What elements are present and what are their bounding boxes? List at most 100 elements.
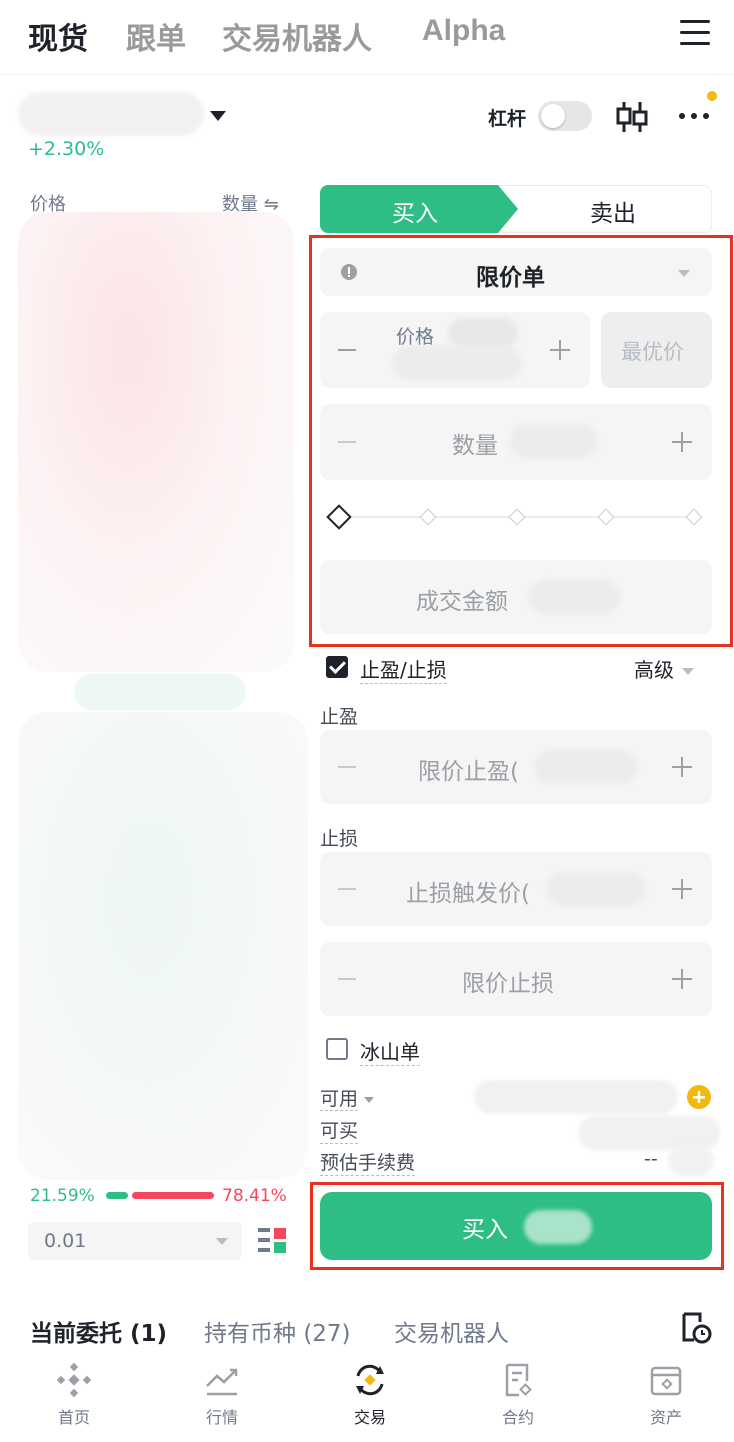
sell-ratio-bar xyxy=(132,1192,214,1199)
orderbook-layout-icon[interactable] xyxy=(258,1226,288,1256)
caret-down-icon xyxy=(364,1096,375,1103)
order-history-icon[interactable] xyxy=(680,1310,712,1344)
buy-submit-button[interactable]: 买入 xyxy=(320,1192,712,1260)
tab-trading-bots[interactable]: 交易机器人 xyxy=(394,1314,509,1348)
wallet-icon xyxy=(650,1366,682,1396)
take-profit-decrease-icon[interactable] xyxy=(338,766,356,768)
top-tab-spot[interactable]: 现货 xyxy=(28,14,88,58)
pair-name-redacted[interactable] xyxy=(18,92,204,136)
trade-exchange-icon xyxy=(356,1364,384,1396)
home-logo-icon xyxy=(56,1362,92,1398)
futures-document-icon xyxy=(505,1363,532,1397)
orderbook-last-price-redacted[interactable] xyxy=(74,674,246,710)
can-buy-value-redacted xyxy=(578,1116,720,1150)
amount-unit-redacted xyxy=(528,580,620,614)
estimated-fee-value: -- xyxy=(644,1148,658,1170)
nav-home[interactable]: 首页 xyxy=(34,1362,114,1428)
buy-ratio-bar xyxy=(106,1192,128,1199)
top-tab-trading-bots[interactable]: 交易机器人 xyxy=(222,14,372,58)
leverage-label: 杠杆 xyxy=(488,108,527,130)
stop-trigger-increase-icon[interactable] xyxy=(672,879,692,899)
depth-precision-value: 0.01 xyxy=(44,1230,87,1252)
quantity-decrease-icon[interactable] xyxy=(338,441,356,443)
quantity-placeholder: 数量 xyxy=(452,433,498,459)
advanced-dropdown[interactable]: 高级 xyxy=(634,654,694,683)
orderbook-bids-redacted[interactable] xyxy=(18,712,308,1180)
price-value-redacted xyxy=(392,346,522,380)
tab-open-orders[interactable]: 当前委托 (1) xyxy=(30,1314,167,1348)
chevron-down-icon xyxy=(678,270,690,277)
take-profit-input[interactable]: 限价止盈( xyxy=(320,730,712,804)
best-price-button[interactable]: 最优价 xyxy=(601,312,712,388)
sell-ratio: 78.41% xyxy=(222,1186,287,1206)
tab-holdings[interactable]: 持有币种 (27) xyxy=(204,1314,351,1348)
hamburger-menu-icon[interactable] xyxy=(680,20,710,46)
price-unit-redacted xyxy=(448,318,518,348)
stop-loss-title: 止损 xyxy=(320,828,359,850)
iceberg-label[interactable]: 冰山单 xyxy=(360,1036,420,1066)
caret-down-icon xyxy=(682,668,694,675)
nav-futures-label: 合约 xyxy=(501,1408,534,1427)
available-balance-redacted xyxy=(474,1080,678,1114)
buy-button-label: 买入 xyxy=(462,1217,508,1243)
take-profit-title: 止盈 xyxy=(320,706,359,728)
stop-trigger-placeholder: 止损触发价( xyxy=(406,881,530,907)
take-profit-placeholder: 限价止盈( xyxy=(418,759,519,785)
price-decrease-icon[interactable] xyxy=(338,349,356,351)
stop-limit-increase-icon[interactable] xyxy=(672,969,692,989)
take-profit-unit-redacted xyxy=(534,750,638,784)
chevron-down-icon xyxy=(216,1238,228,1245)
add-funds-icon[interactable] xyxy=(686,1084,712,1110)
nav-assets[interactable]: 资产 xyxy=(626,1362,706,1428)
order-type-value: 限价单 xyxy=(476,265,545,291)
market-chart-icon xyxy=(206,1368,238,1396)
estimated-fee-label: 预估手续费 xyxy=(320,1148,416,1176)
total-amount-input[interactable]: 成交金额 xyxy=(320,560,712,634)
stop-limit-placeholder: 限价止损 xyxy=(462,971,554,997)
quantity-unit-redacted xyxy=(510,424,598,458)
stop-trigger-decrease-icon[interactable] xyxy=(338,888,356,890)
take-profit-increase-icon[interactable] xyxy=(672,757,692,777)
nav-assets-label: 资产 xyxy=(649,1408,682,1427)
top-tab-copy-trading[interactable]: 跟单 xyxy=(126,14,186,58)
buy-tab-label[interactable]: 买入 xyxy=(392,194,438,228)
nav-trade[interactable]: 交易 xyxy=(330,1362,410,1428)
nav-home-label: 首页 xyxy=(57,1408,90,1427)
available-label[interactable]: 可用 xyxy=(320,1084,375,1111)
order-type-select[interactable]: 限价单 xyxy=(320,248,712,296)
orderbook-asks-redacted[interactable] xyxy=(18,212,294,672)
can-buy-label: 可买 xyxy=(320,1116,359,1144)
tpsl-label[interactable]: 止盈/止损 xyxy=(360,654,447,684)
quantity-increase-icon[interactable] xyxy=(672,432,692,452)
stop-trigger-input[interactable]: 止损触发价( xyxy=(320,852,712,926)
price-input[interactable]: 价格 xyxy=(320,312,590,388)
price-input-label: 价格 xyxy=(396,326,435,348)
pair-dropdown-icon[interactable] xyxy=(210,111,226,121)
iceberg-checkbox[interactable] xyxy=(326,1038,348,1060)
buy-ratio: 21.59% xyxy=(30,1186,95,1206)
nav-trade-label: 交易 xyxy=(353,1408,386,1427)
leverage-toggle[interactable] xyxy=(538,101,592,131)
best-price-label: 最优价 xyxy=(621,340,684,364)
quantity-input[interactable]: 数量 xyxy=(320,404,712,480)
nav-markets[interactable]: 行情 xyxy=(182,1362,262,1428)
sell-tab[interactable]: 卖出 xyxy=(590,194,636,228)
stop-limit-input[interactable]: 限价止损 xyxy=(320,942,712,1016)
info-icon[interactable] xyxy=(340,263,358,281)
tpsl-checkbox[interactable] xyxy=(326,656,348,678)
stop-trigger-unit-redacted xyxy=(546,872,646,906)
fee-unit-redacted xyxy=(668,1146,714,1176)
top-tab-alpha[interactable]: Alpha xyxy=(422,14,505,48)
buy-button-asset-redacted xyxy=(524,1210,592,1244)
total-amount-placeholder: 成交金额 xyxy=(416,589,508,615)
more-options-icon[interactable] xyxy=(676,88,720,124)
candlestick-chart-icon[interactable] xyxy=(616,100,648,134)
stop-limit-decrease-icon[interactable] xyxy=(338,978,356,980)
nav-markets-label: 行情 xyxy=(205,1408,238,1427)
nav-futures[interactable]: 合约 xyxy=(478,1362,558,1428)
depth-precision-select[interactable]: 0.01 xyxy=(28,1222,242,1260)
notification-dot xyxy=(707,91,717,101)
price-increase-icon[interactable] xyxy=(550,340,570,360)
price-change-percent: +2.30% xyxy=(28,138,105,160)
top-divider xyxy=(0,74,734,75)
